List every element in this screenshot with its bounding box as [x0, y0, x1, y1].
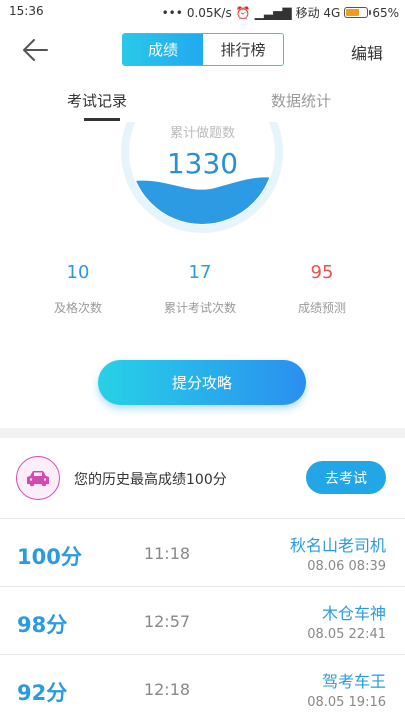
tab-statistics[interactable]: 数据统计	[271, 90, 331, 111]
header: 成绩 排行榜 编辑	[0, 26, 405, 74]
tab-exam-records[interactable]: 考试记录	[67, 90, 127, 111]
more-dots-icon: •••	[161, 5, 183, 20]
gauge-label: 累计做题数	[169, 126, 235, 141]
tab-scores[interactable]: 成绩	[123, 34, 203, 65]
progress-gauge: 累计做题数 1330	[0, 122, 405, 262]
segmented-control: 成绩 排行榜	[122, 33, 284, 66]
alarm-icon: ⏰	[235, 5, 251, 20]
record-date: 08.05 22:41	[307, 627, 386, 642]
stat-value: 17	[188, 262, 212, 283]
active-tab-indicator	[84, 118, 120, 121]
record-date: 08.05 19:16	[307, 695, 386, 710]
record-score: 100分	[17, 545, 82, 569]
stats-row: 10 及格次数 17 累计考试次数 95 成绩预测	[0, 262, 405, 322]
status-bar: 15:36 ••• 0.05K/s ⏰ ▁▃▅▇ 移动 4G 65%	[0, 0, 405, 24]
record-duration: 12:57	[143, 612, 191, 631]
record-title: 秋名山老司机	[289, 536, 386, 555]
sub-tabs: 考试记录 数据统计	[0, 82, 405, 122]
stat-value: 10	[66, 262, 90, 283]
signal-icon: ▁▃▅▇	[254, 5, 292, 20]
record-row[interactable]: 92分 12:18 驾考车王 08.05 19:16	[0, 654, 405, 720]
edit-button[interactable]: 编辑	[351, 40, 383, 64]
car-avatar	[16, 456, 60, 500]
record-title: 驾考车王	[321, 672, 386, 691]
stat-label: 累计考试次数	[163, 301, 236, 315]
carrier-label: 移动 4G	[295, 6, 341, 20]
best-score-banner: 您的历史最高成绩100分 去考试	[0, 438, 405, 518]
record-row[interactable]: 98分 12:57 木仓车神 08.05 22:41	[0, 586, 405, 654]
network-speed: 0.05K/s	[186, 5, 232, 20]
battery-icon	[344, 7, 372, 18]
take-exam-button[interactable]: 去考试	[306, 461, 386, 494]
status-time: 15:36	[9, 4, 44, 18]
gauge-value: 1330	[166, 147, 239, 180]
stat-label: 成绩预测	[297, 301, 346, 315]
stat-score-prediction: 95 成绩预测	[262, 262, 382, 316]
stat-label: 及格次数	[53, 301, 102, 315]
stat-value: 95	[310, 262, 334, 283]
section-divider	[0, 428, 405, 438]
best-score-text: 您的历史最高成绩100分	[74, 472, 227, 488]
record-date: 08.06 08:39	[307, 559, 386, 574]
record-score: 98分	[17, 613, 68, 637]
record-score: 92分	[17, 681, 68, 705]
record-title: 木仓车神	[321, 604, 386, 623]
car-icon	[27, 471, 49, 487]
back-arrow-icon[interactable]	[22, 38, 48, 62]
record-duration: 12:18	[143, 680, 191, 699]
tab-leaderboard[interactable]: 排行榜	[203, 34, 283, 65]
status-right: ••• 0.05K/s ⏰ ▁▃▅▇ 移动 4G 65%	[162, 4, 399, 21]
record-row[interactable]: 100分 11:18 秋名山老司机 08.06 08:39	[0, 518, 405, 586]
improve-tips-button[interactable]: 提分攻略	[98, 360, 306, 405]
stat-pass-count: 10 及格次数	[18, 262, 138, 316]
battery-percent: 65%	[372, 5, 399, 20]
stat-exam-count: 17 累计考试次数	[140, 262, 260, 316]
record-duration: 11:18	[143, 544, 191, 563]
gauge-graphic	[121, 122, 283, 233]
